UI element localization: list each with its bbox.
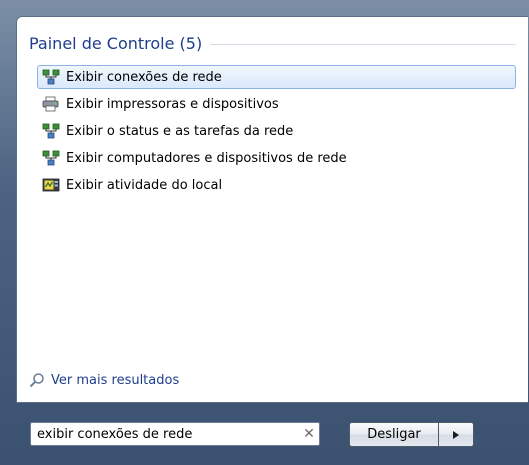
see-more-results-link[interactable]: Ver mais resultados bbox=[29, 372, 179, 388]
group-title[interactable]: Painel de Controle (5) bbox=[29, 34, 202, 53]
search-input[interactable] bbox=[31, 424, 299, 444]
result-item-network-computers[interactable]: Exibir computadores e dispositivos de re… bbox=[37, 146, 516, 170]
network-computers-icon bbox=[42, 150, 60, 166]
shutdown-button[interactable]: Desligar bbox=[349, 422, 438, 447]
group-header: Painel de Controle (5) bbox=[29, 31, 516, 55]
triangle-right-icon bbox=[452, 425, 460, 444]
result-item-location-activity[interactable]: Exibir atividade do local bbox=[37, 173, 516, 197]
shutdown-label: Desligar bbox=[367, 427, 421, 442]
result-label: Exibir atividade do local bbox=[66, 177, 223, 193]
search-results-panel: Painel de Controle (5) Exibir conexões d… bbox=[16, 16, 528, 403]
result-item-network-connections[interactable]: Exibir conexões de rede bbox=[37, 65, 516, 89]
group-divider bbox=[210, 43, 516, 45]
result-item-network-status[interactable]: Exibir o status e as tarefas da rede bbox=[37, 119, 516, 143]
result-label: Exibir conexões de rede bbox=[66, 69, 222, 85]
printer-devices-icon bbox=[42, 96, 60, 112]
shutdown-control: Desligar bbox=[349, 422, 474, 447]
search-box: ✕ bbox=[30, 422, 320, 446]
start-menu-bottom-bar: ✕ Desligar bbox=[0, 403, 529, 465]
search-icon bbox=[29, 372, 45, 388]
shutdown-options-button[interactable] bbox=[438, 422, 474, 447]
network-status-icon bbox=[42, 123, 60, 139]
result-item-printers-devices[interactable]: Exibir impressoras e dispositivos bbox=[37, 92, 516, 116]
result-label: Exibir computadores e dispositivos de re… bbox=[66, 150, 347, 166]
location-activity-icon bbox=[42, 177, 60, 193]
see-more-label: Ver mais resultados bbox=[51, 372, 180, 388]
results-list: Exibir conexões de rede Exibir impressor… bbox=[37, 65, 516, 200]
result-label: Exibir impressoras e dispositivos bbox=[66, 96, 279, 112]
close-icon[interactable]: ✕ bbox=[299, 426, 319, 442]
network-connections-icon bbox=[42, 69, 60, 85]
result-label: Exibir o status e as tarefas da rede bbox=[66, 123, 294, 139]
